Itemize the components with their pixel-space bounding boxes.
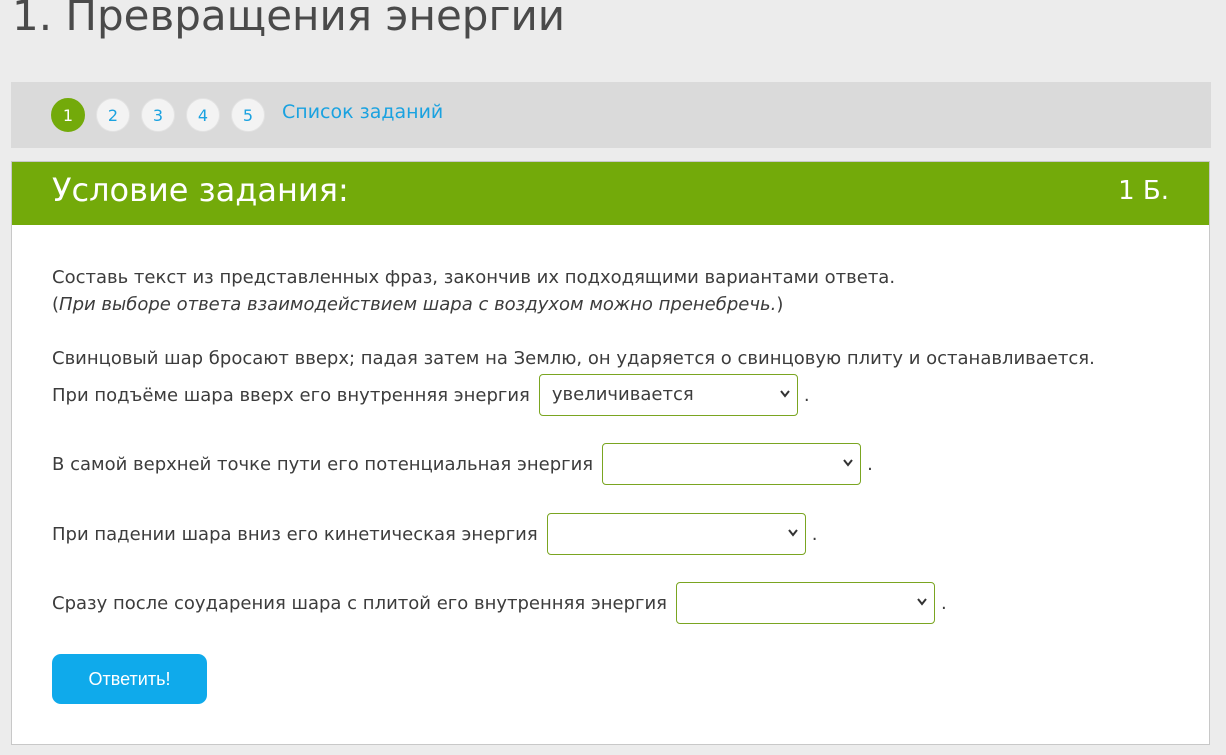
answer-row-2: В самой верхней точке пути его потенциал…: [52, 443, 873, 485]
task-card: Условие задания: 1 Б. Составь текст из п…: [11, 161, 1210, 745]
task-intro: Свинцовый шар бросают вверх; падая затем…: [52, 348, 1095, 369]
answer-row-text: В самой верхней точке пути его потенциал…: [52, 453, 594, 475]
answer-row-text: При подъёме шара вверх его внутренняя эн…: [52, 384, 530, 406]
answer-row-end: .: [941, 592, 947, 614]
answer-select-1[interactable]: увеличивается: [538, 374, 798, 416]
task-pager: 1 2 3 4 5 Список заданий: [11, 82, 1211, 148]
chevron-down-icon: [917, 598, 927, 606]
pager-item-3[interactable]: 3: [141, 98, 175, 132]
pager-item-1[interactable]: 1: [51, 98, 85, 132]
answer-row-end: .: [803, 384, 810, 406]
task-instruction: Составь текст из представленных фраз, за…: [52, 267, 896, 288]
task-list-link[interactable]: Список заданий: [282, 101, 443, 123]
task-note: (При выборе ответа взаимодействием шара …: [52, 294, 784, 315]
page-title: 1. Превращения энергии: [12, 0, 566, 40]
answer-row-text: При падении шара вниз его кинетическая э…: [52, 523, 538, 545]
task-header: Условие задания: 1 Б.: [12, 162, 1209, 225]
answer-select-3[interactable]: [546, 513, 806, 555]
pager-item-5[interactable]: 5: [231, 98, 265, 132]
answer-row-end: .: [867, 453, 873, 475]
pager-item-2[interactable]: 2: [96, 98, 130, 132]
task-points: 1 Б.: [1118, 176, 1169, 206]
chevron-down-icon: [787, 529, 798, 537]
submit-answer-button[interactable]: Ответить!: [52, 654, 207, 704]
pager-item-4[interactable]: 4: [186, 98, 220, 132]
answer-row-3: При падении шара вниз его кинетическая э…: [52, 513, 817, 555]
task-header-title: Условие задания:: [52, 171, 349, 209]
answer-select-4[interactable]: [676, 582, 936, 624]
answer-row-4: Сразу после соударения шара с плитой его…: [52, 582, 947, 624]
answer-row-end: .: [811, 523, 818, 545]
answer-select-value: увеличивается: [551, 384, 694, 405]
answer-select-2[interactable]: [602, 443, 862, 485]
answer-row-1: При подъёме шара вверх его внутренняя эн…: [52, 374, 810, 416]
answer-row-text: Сразу после соударения шара с плитой его…: [52, 592, 668, 614]
chevron-down-icon: [780, 390, 790, 398]
chevron-down-icon: [843, 459, 853, 467]
